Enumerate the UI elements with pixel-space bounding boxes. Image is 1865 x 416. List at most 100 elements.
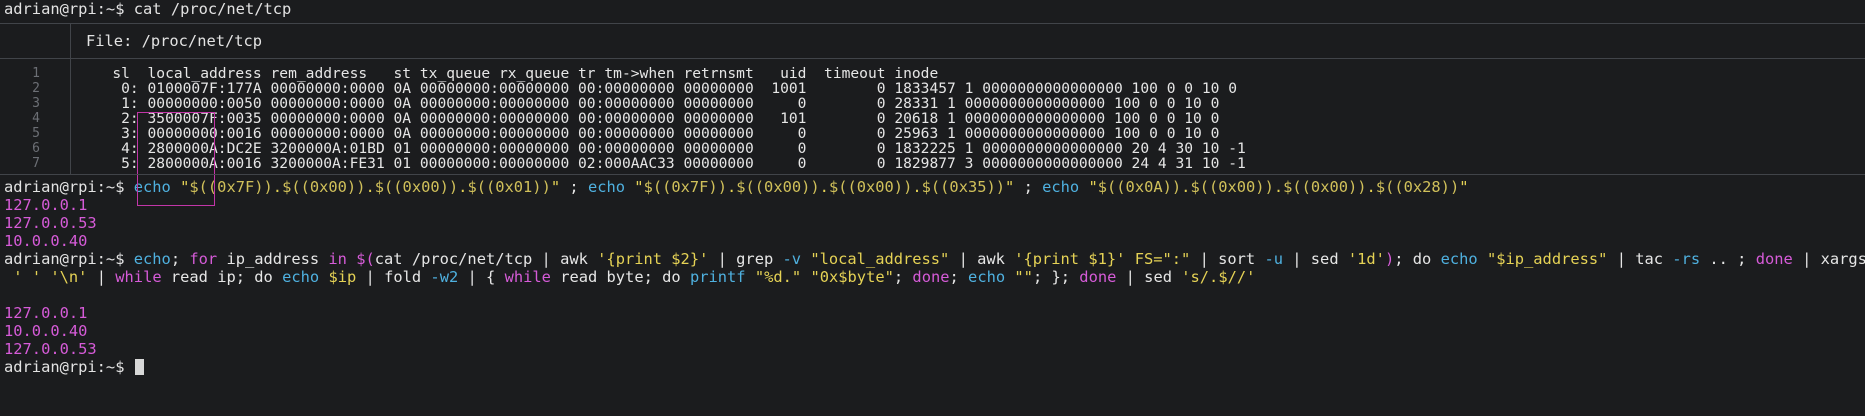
command-token: '\n'	[50, 268, 88, 286]
line-number: 4	[32, 111, 40, 126]
command-line-loop-wrap: ' ' '\n' | while read ip; do echo $ip | …	[4, 268, 1865, 286]
command-token: "$ip_address"	[1486, 250, 1608, 268]
command-token: "	[625, 178, 644, 196]
shell-prompt: adrian@rpi:~$	[4, 358, 125, 376]
command-token	[4, 268, 13, 286]
command-text: ' ' '\n' | while read ip; do echo $ip | …	[4, 268, 1255, 286]
terminal-window[interactable]: adrian@rpi:~$ cat /proc/net/tcp File: /p…	[0, 0, 1865, 416]
command-token: read ip;	[161, 268, 255, 286]
command-token: | fold	[356, 268, 431, 286]
command-token: .	[272, 178, 283, 196]
viewer-line: 3 1: 00000000:0050 00000000:0000 0A 0000…	[0, 96, 1865, 111]
command-token: "	[1459, 178, 1469, 196]
viewer-line: 4 2: 3500007F:0035 00000000:0000 0A 0000…	[0, 111, 1865, 126]
shell-prompt: adrian@rpi:~$	[4, 178, 125, 196]
command-token: .. ;	[1700, 250, 1756, 268]
command-token	[1431, 250, 1440, 268]
command-token: $((0x01))	[467, 178, 551, 196]
command-token	[273, 268, 282, 286]
command-text: echo "$((0x7F)).$((0x00)).$((0x00)).$((0…	[134, 178, 1469, 196]
shell-prompt: adrian@rpi:~$	[4, 0, 125, 18]
command-line-current[interactable]: adrian@rpi:~$	[4, 358, 1865, 376]
command-token: .	[726, 178, 737, 196]
command-token: $((0x0A))	[1097, 178, 1182, 196]
command-token: printf	[689, 268, 746, 286]
command-token: ip_address	[217, 250, 329, 268]
command-token: $((0x28))	[1375, 178, 1460, 196]
command-token: "	[1005, 178, 1015, 196]
line-content: 1: 00000000:0050 00000000:0000 0A 000000…	[86, 95, 1220, 112]
output-line: 127.0.0.1	[4, 304, 88, 322]
command-token: ;	[560, 178, 588, 196]
command-token: echo	[1042, 178, 1080, 196]
viewer-header: File: /proc/net/tcp	[0, 24, 1865, 58]
command-token: ' '	[13, 268, 42, 286]
command-text: echo; for ip_address in $(cat /proc/net/…	[134, 250, 1865, 268]
line-content: 5: 2800000A:0016 3200000A:FE31 01 000000…	[86, 155, 1246, 172]
command-text: cat /proc/net/tcp	[133, 0, 292, 18]
command-token: cat /proc/net/tcp | awk	[374, 250, 598, 268]
command-token: .	[1366, 178, 1376, 196]
gutter-separator	[70, 24, 71, 58]
command-token: | grep	[708, 250, 783, 268]
viewer-line: 7 5: 2800000A:0016 3200000A:FE31 01 0000…	[0, 156, 1865, 171]
viewer-bottom-rule	[0, 174, 1865, 175]
line-content: 2: 3500007F:0035 00000000:0000 0A 000000…	[86, 110, 1220, 127]
line-number: 6	[32, 141, 40, 156]
command-token: ;	[1394, 250, 1413, 268]
command-token	[41, 268, 50, 286]
command-token: | sed	[1282, 250, 1348, 268]
command-token: ;	[1014, 178, 1043, 196]
command-token: ""	[1014, 268, 1033, 286]
line-content: 4: 2800000A:DC2E 3200000A:01BD 01 000000…	[86, 140, 1246, 157]
command-token: .	[819, 178, 829, 196]
command-token: .	[1273, 178, 1284, 196]
command-token	[347, 250, 356, 268]
command-token	[1005, 268, 1014, 286]
command-token: echo	[133, 250, 171, 268]
command-token: $((0x00))	[282, 178, 366, 196]
command-token: while	[115, 268, 162, 286]
command-token: )	[1384, 250, 1395, 268]
command-token: $((0x7F))	[189, 178, 273, 196]
command-token	[801, 250, 810, 268]
command-line-loop: adrian@rpi:~$ echo; for ip_address in $(…	[4, 250, 1865, 268]
command-token: echo	[968, 268, 1006, 286]
line-content: 0: 0100007F:177A 00000000:0000 0A 000000…	[86, 80, 1237, 97]
viewer-line: 5 3: 00000000:0016 00000000:0000 0A 0000…	[0, 126, 1865, 141]
command-token	[746, 268, 755, 286]
viewer-body: 1 sl local_address rem_address st tx_que…	[0, 59, 1865, 206]
command-token: | {	[458, 268, 505, 286]
command-token: "local_address"	[810, 250, 950, 268]
viewer-file-label: File: /proc/net/tcp	[86, 32, 263, 50]
command-token: read byte;	[550, 268, 663, 286]
command-token: done	[1079, 268, 1117, 286]
output-line: 127.0.0.53	[4, 340, 97, 358]
command-token: echo	[1440, 250, 1478, 268]
command-token: -u	[1264, 250, 1283, 268]
command-token: $((0x00))	[828, 178, 913, 196]
output-line: 127.0.0.53	[4, 214, 97, 232]
command-line-cat: adrian@rpi:~$ cat /proc/net/tcp	[4, 0, 1865, 18]
command-line-echo: adrian@rpi:~$ echo "$((0x7F)).$((0x00)).…	[4, 178, 1865, 196]
command-token: ;	[893, 268, 913, 286]
command-token: $((0x00))	[374, 178, 459, 196]
command-token: -v	[782, 250, 802, 268]
command-token: ; };	[1032, 268, 1080, 286]
command-token: | xargs | tr	[1802, 250, 1865, 268]
command-token: $ip	[328, 268, 357, 286]
command-token: echo	[133, 178, 171, 196]
command-token: done	[912, 268, 950, 286]
command-token: FS=":"	[1134, 250, 1191, 268]
command-token: 's/.$//'	[1181, 268, 1256, 286]
line-content: 3: 00000000:0016 00000000:0000 0A 000000…	[86, 125, 1220, 142]
command-token: "	[1079, 178, 1098, 196]
command-token: echo	[587, 178, 626, 196]
command-token: ;	[949, 268, 969, 286]
command-token: .	[912, 178, 922, 196]
command-token: do	[254, 268, 273, 286]
text-cursor	[134, 359, 144, 375]
command-token: $((0x00))	[1283, 178, 1367, 196]
line-content: sl local_address rem_address st tx_queue…	[86, 65, 939, 82]
command-token: in	[328, 250, 347, 268]
